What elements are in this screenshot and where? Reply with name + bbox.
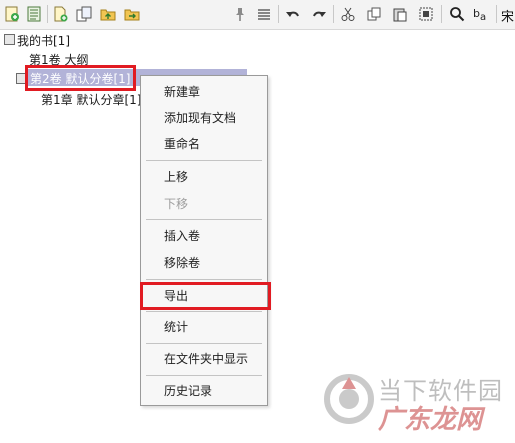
font-selector[interactable]: 宋 (501, 6, 514, 25)
menu-separator (146, 279, 262, 280)
tree-item-book[interactable]: 我的书[1] (17, 32, 70, 49)
paste-icon[interactable] (390, 4, 410, 24)
copy-icon[interactable] (364, 4, 384, 24)
new-document-icon[interactable] (2, 4, 22, 24)
redo-icon[interactable] (309, 4, 329, 24)
menu-item-add-existing-document[interactable]: 添加现有文档 (164, 108, 236, 128)
annotation-box-export (140, 282, 271, 310)
select-all-icon[interactable] (416, 4, 436, 24)
context-menu: 新建章 添加现有文档 重命名 上移 下移 插入卷 移除卷 导出 统计 在文件夹中… (140, 75, 268, 406)
menu-separator (146, 343, 262, 344)
watermark-text-2: 广东龙网 (378, 405, 483, 435)
svg-text:a: a (480, 12, 486, 22)
folder-up-icon[interactable] (98, 4, 118, 24)
menu-separator (146, 219, 262, 220)
menu-item-remove-volume[interactable]: 移除卷 (164, 253, 200, 273)
menu-item-move-down: 下移 (164, 197, 189, 211)
watermark: 当下软件园 广东龙网 (322, 369, 502, 435)
folder-export-icon[interactable] (122, 4, 142, 24)
watermark-logo-icon (324, 374, 374, 424)
copy-document-icon[interactable] (74, 4, 94, 24)
menu-item-insert-volume[interactable]: 插入卷 (164, 226, 200, 246)
tree-item-chapter-1[interactable]: 第1章 默认分章[1] (41, 91, 141, 108)
cut-icon[interactable] (338, 4, 358, 24)
menu-item-statistics[interactable]: 统计 (164, 317, 188, 337)
menu-item-history[interactable]: 历史记录 (164, 381, 212, 401)
undo-icon[interactable] (283, 4, 303, 24)
replace-icon[interactable]: ba (472, 4, 492, 24)
menu-item-show-in-folder[interactable]: 在文件夹中显示 (164, 349, 248, 369)
svg-text:b: b (473, 7, 480, 20)
outline-icon[interactable] (24, 4, 44, 24)
align-icon[interactable] (254, 4, 274, 24)
menu-separator (146, 160, 262, 161)
menu-separator (146, 311, 262, 312)
toolbar: ba 宋 (0, 0, 515, 30)
annotation-box-volume (25, 65, 136, 91)
add-file-icon[interactable] (50, 4, 70, 24)
menu-item-rename[interactable]: 重命名 (164, 134, 200, 154)
menu-item-move-up[interactable]: 上移 (164, 167, 188, 187)
search-icon[interactable] (447, 4, 467, 24)
book-checkbox[interactable] (4, 34, 15, 45)
pin-icon[interactable] (230, 4, 250, 24)
menu-item-new-chapter[interactable]: 新建章 (164, 82, 200, 102)
menu-separator (146, 375, 262, 376)
